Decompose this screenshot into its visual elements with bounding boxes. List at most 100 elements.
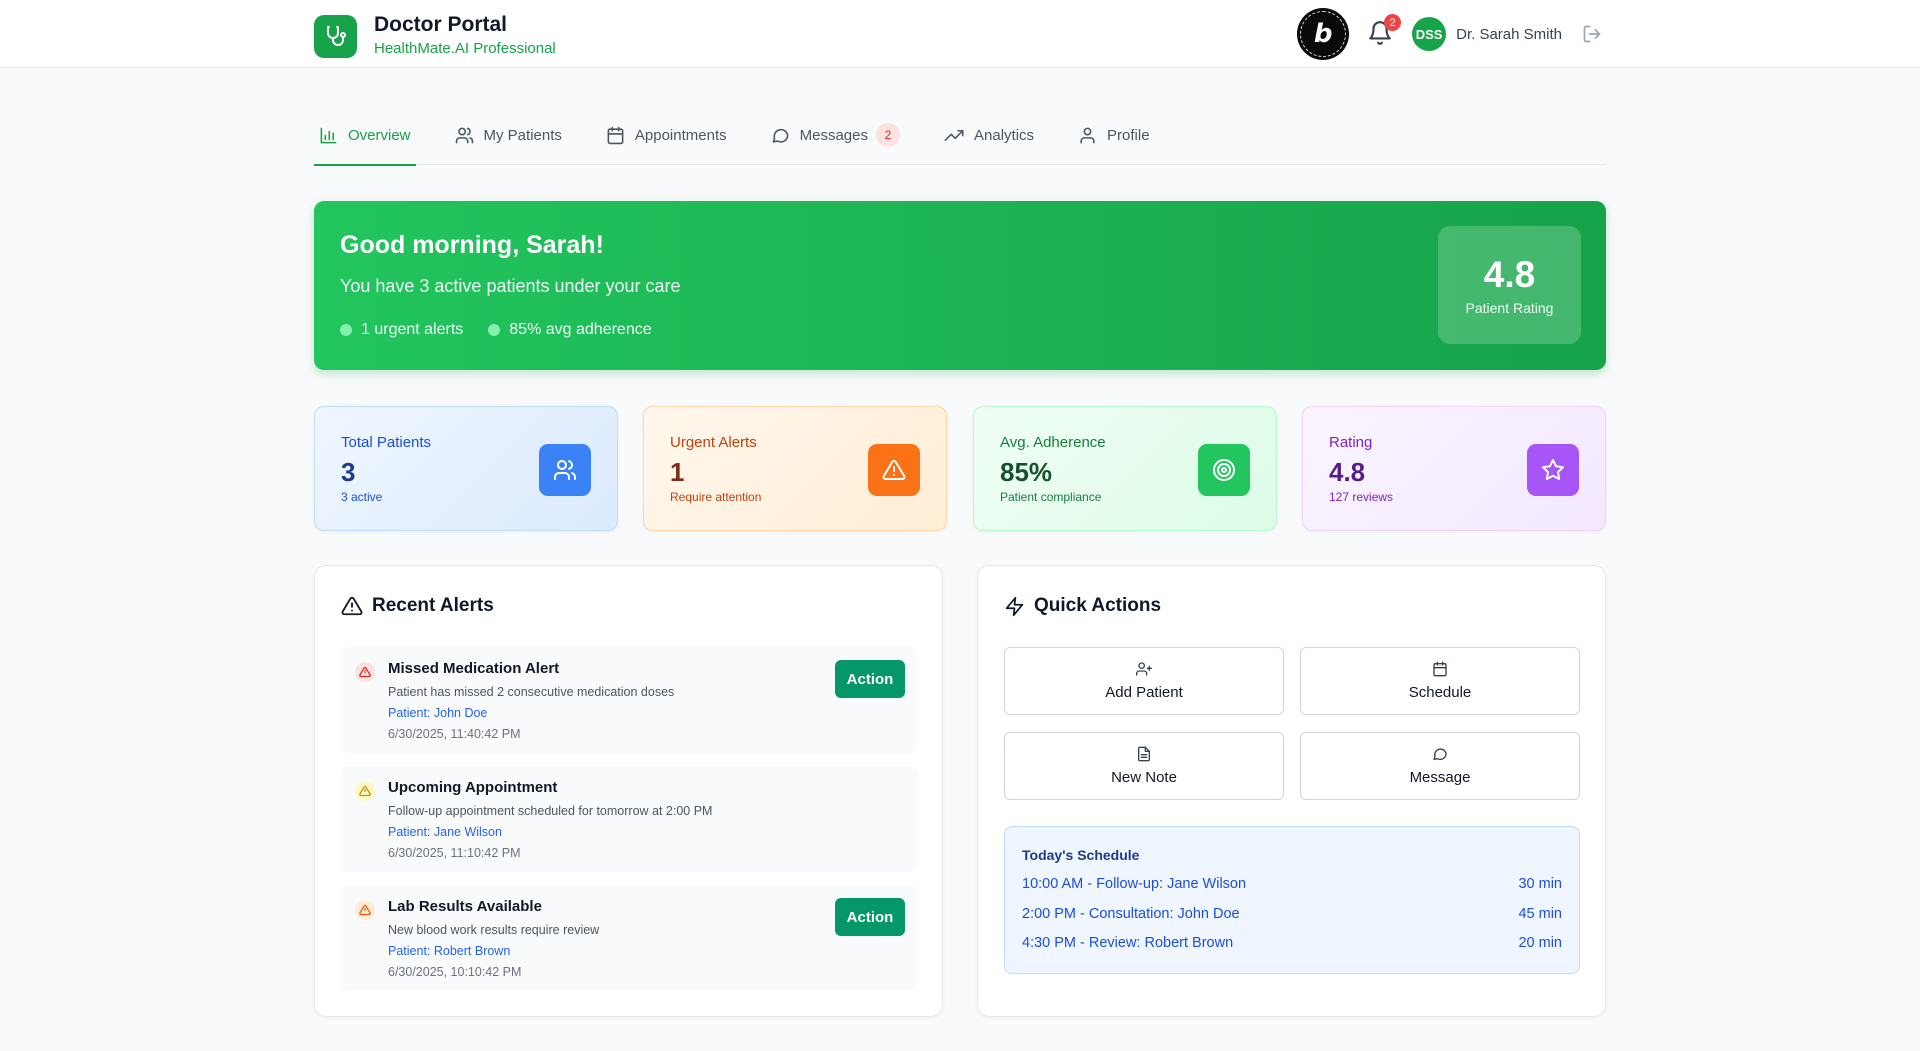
stethoscope-icon — [314, 14, 357, 58]
app-subtitle: HealthMate.AI Professional — [374, 40, 556, 57]
schedule-item-text: 2:00 PM - Consultation: John Doe — [1022, 906, 1240, 922]
tab-label: Appointments — [634, 126, 727, 144]
alert-item[interactable]: Upcoming Appointment Follow-up appointme… — [341, 766, 917, 872]
user-plus-icon — [1136, 662, 1152, 676]
stat-sub: Require attention — [670, 490, 762, 504]
alert-description: New blood work results require review — [388, 923, 600, 937]
schedule-item-duration: 30 min — [1518, 876, 1562, 892]
warning-icon — [341, 596, 363, 616]
stat-card-avg-adherence: Avg. Adherence 85% Patient compliance — [973, 406, 1277, 531]
file-text-icon — [1138, 746, 1150, 762]
stat-value: 4.8 — [1329, 457, 1366, 487]
alert-title: Lab Results Available — [388, 898, 542, 915]
schedule-item-duration: 45 min — [1518, 906, 1562, 922]
alert-description: Follow-up appointment scheduled for tomo… — [388, 804, 713, 818]
stat-label: Urgent Alerts — [670, 434, 757, 451]
adherence-text: 85% avg adherence — [509, 321, 652, 338]
alert-action-button[interactable]: Action — [835, 660, 905, 698]
stat-sub: 3 active — [341, 490, 383, 504]
panel-title: Recent Alerts — [372, 595, 494, 616]
stat-label: Rating — [1329, 434, 1373, 451]
status-dot-icon — [340, 324, 352, 336]
schedule-item[interactable]: 2:00 PM - Consultation: John Doe 45 min — [1022, 906, 1562, 922]
urgent-alerts-stat: 1 urgent alerts — [340, 321, 463, 339]
urgent-alerts-text: 1 urgent alerts — [361, 321, 464, 338]
button-label: Message — [1409, 769, 1471, 786]
tab-profile[interactable]: Profile — [1073, 105, 1155, 165]
alert-action-button[interactable]: Action — [835, 898, 905, 936]
users-icon — [539, 444, 591, 496]
schedule-item[interactable]: 4:30 PM - Review: Robert Brown 20 min — [1022, 935, 1562, 951]
trending-up-icon — [944, 129, 964, 141]
brand[interactable]: Doctor Portal HealthMate.AI Professional — [314, 13, 556, 59]
avatar[interactable]: DSS — [1412, 17, 1447, 51]
tab-overview[interactable]: Overview — [314, 105, 416, 166]
alert-warning-icon — [355, 900, 375, 920]
alert-title: Missed Medication Alert — [388, 660, 560, 677]
alert-title: Upcoming Appointment — [388, 779, 558, 796]
alert-description: Patient has missed 2 consecutive medicat… — [388, 685, 675, 699]
bolt-badge-icon[interactable]: b — [1297, 8, 1350, 60]
alert-warning-icon — [355, 662, 375, 682]
schedule-title: Today's Schedule — [1022, 847, 1140, 863]
app-title: Doctor Portal — [374, 13, 508, 36]
stat-sub: Patient compliance — [1000, 490, 1102, 504]
recent-alerts-panel: Recent Alerts Missed Medication Alert Pa… — [314, 565, 943, 1017]
schedule-item-duration: 20 min — [1518, 935, 1562, 951]
tab-analytics[interactable]: Analytics — [939, 105, 1039, 165]
tab-appointments[interactable]: Appointments — [601, 105, 732, 165]
calendar-icon — [1433, 661, 1447, 677]
alert-timestamp: 6/30/2025, 11:10:42 PM — [388, 846, 521, 860]
schedule-item-text: 4:30 PM - Review: Robert Brown — [1022, 935, 1234, 951]
todays-schedule: Today's Schedule 10:00 AM - Follow-up: J… — [1004, 826, 1580, 974]
schedule-item[interactable]: 10:00 AM - Follow-up: Jane Wilson 30 min — [1022, 876, 1562, 892]
calendar-icon — [607, 126, 624, 144]
user-name[interactable]: Dr. Sarah Smith — [1456, 26, 1562, 43]
notifications-button[interactable]: 2 — [1367, 14, 1402, 48]
stat-value: 85% — [1000, 457, 1053, 487]
stat-value: 3 — [341, 457, 356, 487]
stat-card-total-patients: Total Patients 3 3 active — [314, 406, 618, 531]
button-label: Add Patient — [1105, 684, 1183, 701]
tab-messages[interactable]: Messages 2 — [766, 105, 905, 165]
panel-title: Quick Actions — [1034, 595, 1162, 616]
adherence-stat: 85% avg adherence — [488, 321, 652, 339]
alert-patient-link[interactable]: Patient: Jane Wilson — [388, 825, 502, 839]
alert-timestamp: 6/30/2025, 11:40:42 PM — [388, 727, 521, 741]
message-icon — [772, 128, 789, 143]
tab-label: Messages — [799, 126, 868, 144]
tab-my-patients[interactable]: My Patients — [450, 105, 567, 165]
tab-label: Overview — [348, 126, 411, 144]
stat-label: Avg. Adherence — [1000, 434, 1106, 451]
stat-card-urgent-alerts: Urgent Alerts 1 Require attention — [643, 406, 947, 531]
new-note-button[interactable]: New Note — [1004, 732, 1284, 800]
message-icon — [1433, 748, 1447, 760]
warning-icon — [868, 444, 920, 496]
notification-count-badge: 2 — [1384, 14, 1402, 31]
button-label: Schedule — [1408, 684, 1472, 701]
alert-patient-link[interactable]: Patient: John Doe — [388, 706, 487, 720]
status-dot-icon — [488, 324, 501, 336]
alert-item[interactable]: Missed Medication Alert Patient has miss… — [341, 647, 917, 753]
alert-timestamp: 6/30/2025, 10:10:42 PM — [388, 965, 522, 979]
stat-label: Total Patients — [341, 434, 432, 451]
message-button[interactable]: Message — [1300, 732, 1580, 800]
tab-label: Profile — [1107, 126, 1150, 144]
stat-value: 1 — [670, 457, 685, 487]
schedule-button[interactable]: Schedule — [1300, 647, 1580, 715]
stat-sub: 127 reviews — [1329, 490, 1394, 504]
alert-item[interactable]: Lab Results Available New blood work res… — [341, 885, 917, 991]
tab-label: Analytics — [974, 126, 1035, 144]
schedule-item-text: 10:00 AM - Follow-up: Jane Wilson — [1022, 876, 1247, 892]
welcome-banner: Good morning, Sarah! You have 3 active p… — [314, 201, 1606, 370]
lightning-icon — [1005, 596, 1024, 616]
rating-label: Patient Rating — [1465, 300, 1554, 316]
logout-icon[interactable] — [1582, 24, 1602, 44]
bar-chart-icon — [320, 127, 337, 143]
rating-value: 4.8 — [1483, 254, 1536, 295]
alert-patient-link[interactable]: Patient: Robert Brown — [388, 944, 510, 958]
add-patient-button[interactable]: Add Patient — [1004, 647, 1284, 715]
patient-rating-box: 4.8 Patient Rating — [1438, 226, 1581, 344]
button-label: New Note — [1111, 769, 1177, 786]
messages-count-badge: 2 — [876, 123, 900, 147]
